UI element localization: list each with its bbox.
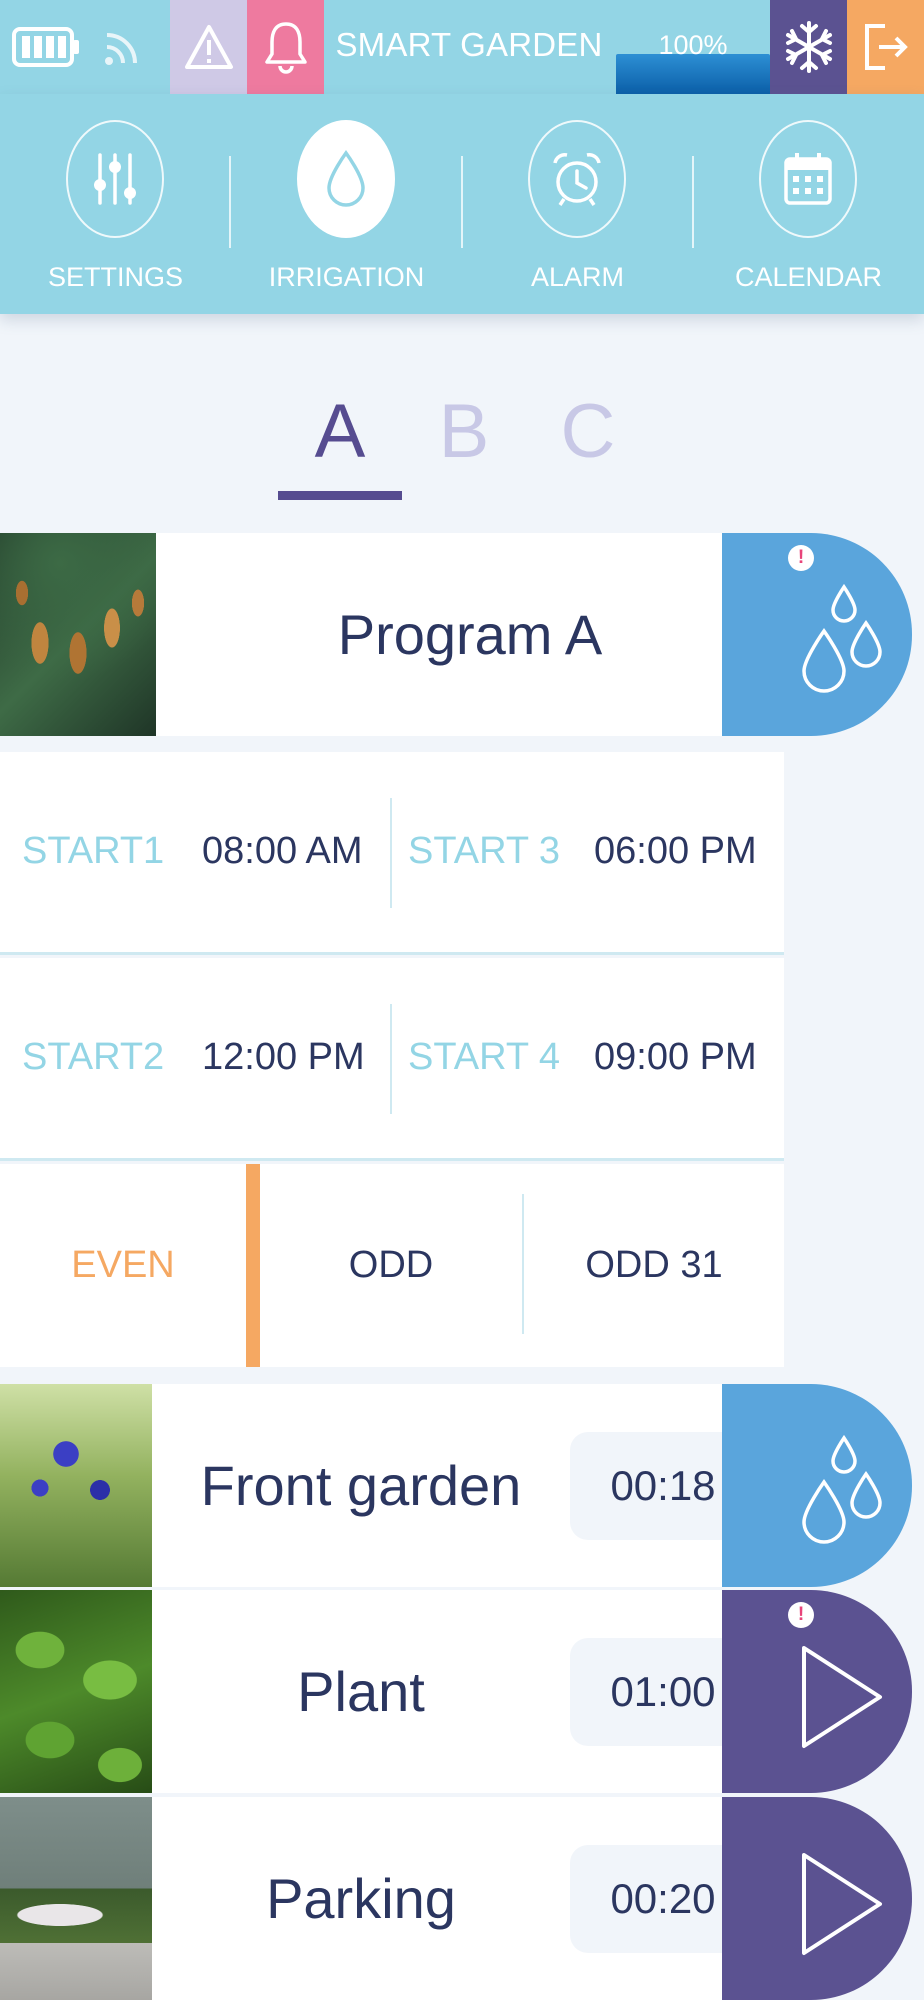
zone-name: Plant: [297, 1660, 425, 1723]
zone-row[interactable]: Parking 00:20: [0, 1797, 784, 2000]
water-drop-icon: [297, 120, 395, 238]
water-drops-icon: [802, 1434, 882, 1544]
zone-water-button[interactable]: [722, 1384, 912, 1587]
battery-icon: [12, 0, 80, 94]
app-title: SMART GARDEN: [335, 26, 603, 63]
nav-irrigation-label: IRRIGATION: [268, 262, 425, 292]
day-option-odd-31[interactable]: ODD 31: [524, 1164, 784, 1367]
zone-row[interactable]: Front garden 00:18: [0, 1384, 784, 1587]
nav-settings[interactable]: SETTINGS: [0, 94, 231, 314]
frost-mode-button[interactable]: [770, 0, 847, 94]
start4-label: START 4: [408, 1036, 561, 1078]
zone-photo: [0, 1797, 152, 2000]
logout-button[interactable]: [847, 0, 924, 94]
schedule-divider: [390, 1004, 392, 1114]
day-option-odd[interactable]: ODD: [260, 1164, 522, 1367]
tab-c[interactable]: C: [526, 388, 650, 475]
schedule-row-1: START1 08:00 AM START 3 06:00 PM: [0, 752, 784, 955]
zone-photo: [0, 1590, 152, 1793]
schedule-divider: [390, 798, 392, 908]
program-water-button[interactable]: !: [722, 533, 912, 736]
program-title: Program A: [337, 603, 603, 666]
water-level-text: 100%: [658, 30, 728, 60]
warning-icon: [184, 25, 233, 69]
zone-play-button[interactable]: [722, 1797, 912, 2000]
start2-label: START2: [22, 1036, 165, 1078]
zone-photo: [0, 1384, 152, 1587]
snowflake-icon: [785, 21, 832, 73]
main-nav: SETTINGS IRRIGATION ALARM CALENDAR: [0, 94, 924, 314]
warning-button[interactable]: [170, 0, 247, 94]
alert-badge: !: [788, 545, 814, 571]
start1-time[interactable]: 08:00 AM: [202, 830, 363, 873]
zone-play-button[interactable]: !: [722, 1590, 912, 1793]
wifi-icon: [100, 0, 146, 94]
alert-badge: !: [788, 1602, 814, 1628]
water-level-indicator: 100%: [616, 0, 770, 94]
play-icon: [802, 1646, 882, 1748]
schedule-row-2: START2 12:00 PM START 4 09:00 PM: [0, 958, 784, 1161]
program-photo: [0, 533, 156, 736]
start2-time[interactable]: 12:00 PM: [202, 1036, 365, 1079]
sliders-icon: [66, 120, 164, 238]
day-option-even[interactable]: EVEN: [0, 1164, 246, 1367]
zone-name: Parking: [266, 1867, 456, 1930]
tab-b[interactable]: B: [402, 388, 526, 475]
water-drops-icon: [802, 583, 882, 693]
day-selector: EVEN ODD ODD 31: [0, 1164, 784, 1367]
bell-icon: [264, 22, 307, 74]
alarm-clock-icon: [528, 120, 626, 238]
zone-name: Front garden: [200, 1454, 522, 1517]
nav-alarm-label: ALARM: [530, 262, 625, 292]
nav-settings-label: SETTINGS: [47, 262, 183, 292]
play-icon: [802, 1853, 882, 1955]
nav-irrigation[interactable]: IRRIGATION: [231, 94, 462, 314]
program-header[interactable]: Program A: [0, 533, 784, 736]
start4-time[interactable]: 09:00 PM: [594, 1036, 757, 1079]
nav-calendar-label: CALENDAR: [734, 262, 883, 292]
zone-row[interactable]: Plant 01:00: [0, 1590, 784, 1793]
active-tab-indicator: [278, 491, 402, 500]
logout-icon: [864, 24, 908, 70]
start3-time[interactable]: 06:00 PM: [594, 830, 757, 873]
start3-label: START 3: [408, 830, 561, 872]
selected-day-indicator: [246, 1164, 260, 1367]
status-bar: SMART GARDEN 100%: [0, 0, 924, 94]
notifications-button[interactable]: [247, 0, 324, 94]
nav-calendar[interactable]: CALENDAR: [693, 94, 924, 314]
tab-a[interactable]: A: [278, 388, 402, 475]
nav-alarm[interactable]: ALARM: [462, 94, 693, 314]
start1-label: START1: [22, 830, 165, 872]
calendar-icon: [759, 120, 857, 238]
